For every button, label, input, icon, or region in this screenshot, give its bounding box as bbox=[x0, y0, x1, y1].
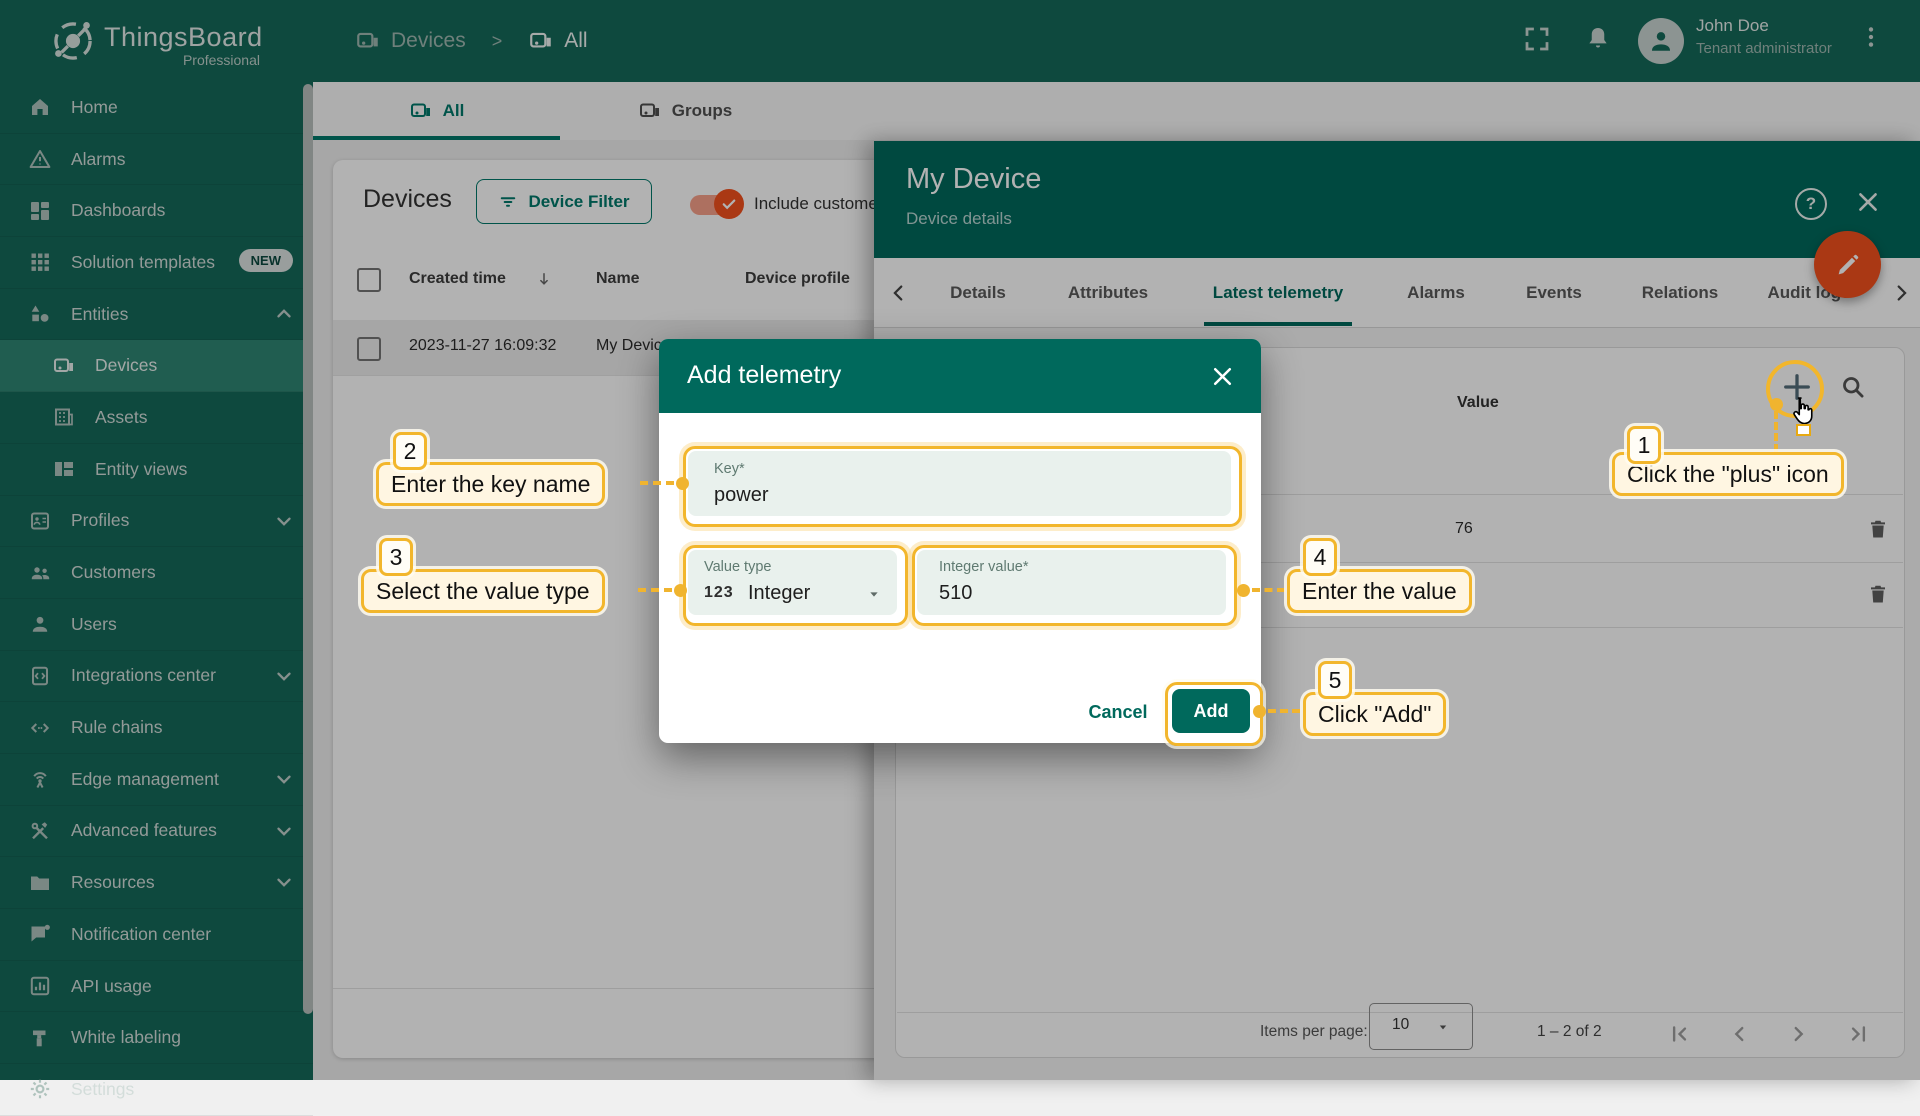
connector-line-4 bbox=[1252, 588, 1285, 592]
callout-3-number: 3 bbox=[379, 538, 413, 576]
hand-cursor-icon bbox=[1787, 394, 1817, 428]
callout-2-number: 2 bbox=[393, 432, 427, 470]
cancel-button[interactable]: Cancel bbox=[1072, 694, 1164, 730]
add-button-highlight bbox=[1165, 682, 1263, 746]
connector-line-1 bbox=[1774, 411, 1778, 452]
connector-dot bbox=[1770, 398, 1783, 411]
value-type-value: Integer bbox=[748, 582, 811, 604]
dialog-title: Add telemetry bbox=[687, 361, 842, 389]
callout-4-number: 4 bbox=[1303, 538, 1337, 576]
value-type-select[interactable]: Value type 123 Integer bbox=[688, 550, 897, 615]
connector-dot bbox=[676, 477, 689, 490]
key-input[interactable]: Key* power bbox=[688, 451, 1231, 516]
connector-line-5 bbox=[1268, 709, 1300, 713]
cursor-cuff bbox=[1796, 424, 1811, 436]
dialog-header: Add telemetry bbox=[659, 339, 1261, 413]
connector-dot bbox=[674, 584, 687, 597]
sidebar-item-label: Settings bbox=[71, 1078, 135, 1099]
integer-value-input[interactable]: Integer value* 510 bbox=[917, 550, 1226, 615]
callout-1-number: 1 bbox=[1627, 426, 1661, 464]
integer-value: 510 bbox=[939, 582, 973, 604]
connector-dot bbox=[1237, 584, 1250, 597]
key-value: power bbox=[714, 484, 769, 506]
connector-line-2 bbox=[640, 481, 674, 485]
caret-down-icon bbox=[866, 586, 882, 602]
key-label: Key* bbox=[714, 461, 745, 477]
callout-5-number: 5 bbox=[1318, 661, 1352, 699]
close-icon[interactable] bbox=[1210, 364, 1235, 389]
gear-icon bbox=[28, 1077, 52, 1101]
connector-line-3 bbox=[638, 588, 672, 592]
numeric-type-icon: 123 bbox=[704, 584, 734, 601]
value-type-label: Value type bbox=[704, 559, 772, 575]
integer-label: Integer value* bbox=[939, 559, 1029, 575]
connector-dot bbox=[1253, 705, 1266, 718]
